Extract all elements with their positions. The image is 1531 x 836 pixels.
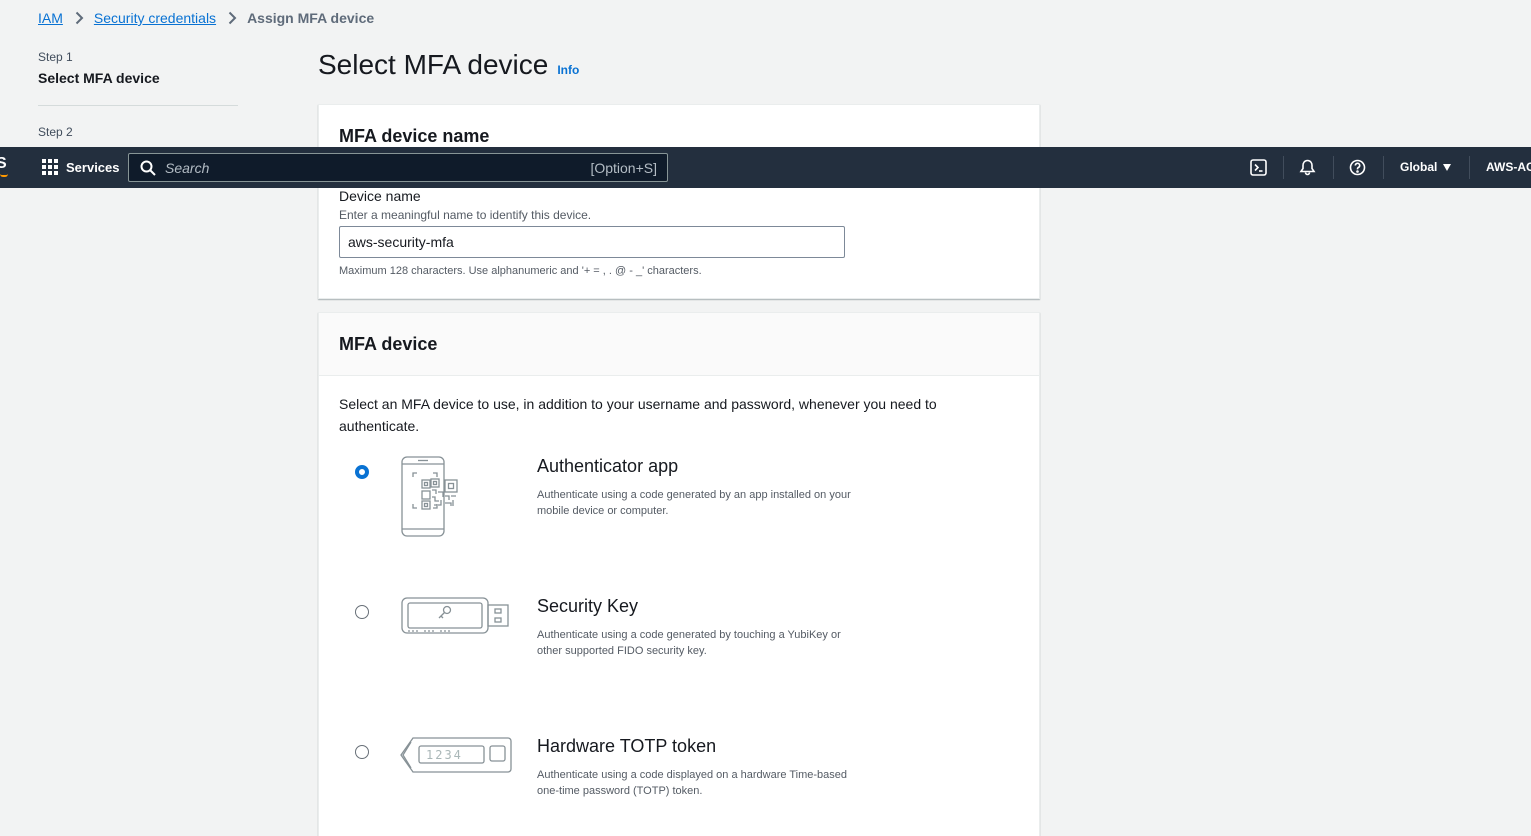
option-title: Hardware TOTP token bbox=[537, 736, 717, 756]
info-link[interactable]: Info bbox=[557, 63, 579, 77]
card-title: MFA device bbox=[339, 333, 438, 354]
help-icon[interactable] bbox=[1349, 159, 1366, 176]
aws-logo-smile-icon bbox=[0, 174, 8, 177]
step-divider bbox=[38, 105, 238, 106]
services-label: Services bbox=[66, 159, 120, 175]
region-selector[interactable]: Global bbox=[1400, 160, 1452, 174]
usb-key-icon bbox=[399, 596, 511, 641]
radio-security-key[interactable] bbox=[355, 605, 369, 619]
step-1-title: Select MFA device bbox=[38, 70, 160, 86]
option-text: Security Key Authenticate using a code g… bbox=[537, 596, 857, 659]
option-text: Hardware TOTP token Authenticate using a… bbox=[537, 736, 857, 799]
services-menu-button[interactable]: Services bbox=[42, 159, 120, 175]
phone-qr-icon bbox=[399, 456, 461, 543]
breadcrumb-link-iam[interactable]: IAM bbox=[38, 10, 63, 26]
search-icon bbox=[140, 160, 156, 176]
mfa-device-card: MFA device Select an MFA device to use, … bbox=[318, 312, 1040, 836]
token-digits: 1234 bbox=[426, 748, 463, 762]
aws-logo[interactable]: S bbox=[0, 155, 7, 173]
top-navigation-bar: S Services [Option+S] Global bbox=[0, 147, 1531, 188]
device-name-field: Device name Enter a meaningful name to i… bbox=[339, 188, 845, 277]
mfa-option-hardware-totp[interactable]: 1234 Hardware TOTP token Authenticate us… bbox=[339, 736, 1019, 836]
grid-menu-icon bbox=[42, 159, 58, 175]
device-name-input[interactable] bbox=[339, 226, 845, 258]
mfa-option-authenticator-app[interactable]: Authenticator app Authenticate using a c… bbox=[339, 456, 1019, 556]
account-menu[interactable]: AWS-AC bbox=[1486, 160, 1531, 174]
search-input[interactable] bbox=[156, 154, 591, 181]
device-name-description: Enter a meaningful name to identify this… bbox=[339, 208, 592, 222]
nav-divider bbox=[1469, 156, 1470, 179]
bell-icon[interactable] bbox=[1299, 159, 1316, 176]
card-title: MFA device name bbox=[339, 126, 490, 146]
breadcrumb-link-security-credentials[interactable]: Security credentials bbox=[94, 10, 216, 26]
nav-divider bbox=[1383, 156, 1384, 179]
cloudshell-icon[interactable] bbox=[1250, 159, 1267, 176]
option-description: Authenticate using a code generated by t… bbox=[537, 629, 841, 657]
breadcrumb-current: Assign MFA device bbox=[247, 10, 375, 26]
device-name-constraint: Maximum 128 characters. Use alphanumeric… bbox=[339, 265, 702, 277]
region-label: Global bbox=[1400, 160, 1438, 174]
mfa-intro-text: Select an MFA device to use, in addition… bbox=[339, 396, 937, 434]
nav-divider bbox=[1333, 156, 1334, 179]
option-text: Authenticator app Authenticate using a c… bbox=[537, 456, 857, 519]
option-description: Authenticate using a code generated by a… bbox=[537, 489, 851, 517]
option-description: Authenticate using a code displayed on a… bbox=[537, 769, 848, 797]
radio-authenticator-app[interactable] bbox=[355, 465, 369, 479]
page-title: Select MFA device bbox=[318, 49, 549, 80]
page-header: Select MFA device Info bbox=[318, 49, 579, 81]
chevron-right-icon bbox=[228, 11, 237, 25]
device-name-label: Device name bbox=[339, 188, 421, 204]
mfa-option-security-key[interactable]: Security Key Authenticate using a code g… bbox=[339, 596, 1019, 696]
wizard-steps: Step 1 Select MFA device Step 2 bbox=[38, 50, 238, 139]
card-header: MFA device bbox=[319, 313, 1039, 376]
search-shortcut-hint: [Option+S] bbox=[590, 159, 657, 176]
step-1-label: Step 1 bbox=[38, 50, 73, 64]
search-box[interactable]: [Option+S] bbox=[128, 153, 668, 182]
nav-divider bbox=[1283, 156, 1284, 179]
option-title: Security Key bbox=[537, 596, 639, 616]
step-2-label[interactable]: Step 2 bbox=[38, 125, 238, 139]
radio-hardware-totp[interactable] bbox=[355, 745, 369, 759]
chevron-right-icon bbox=[75, 11, 84, 25]
breadcrumb: IAM Security credentials Assign MFA devi… bbox=[38, 8, 374, 28]
mfa-device-name-card: MFA device name Device name Enter a mean… bbox=[318, 104, 1040, 299]
caret-down-icon bbox=[1443, 163, 1452, 171]
option-title: Authenticator app bbox=[537, 456, 679, 476]
totp-token-icon: 1234 bbox=[399, 736, 513, 779]
